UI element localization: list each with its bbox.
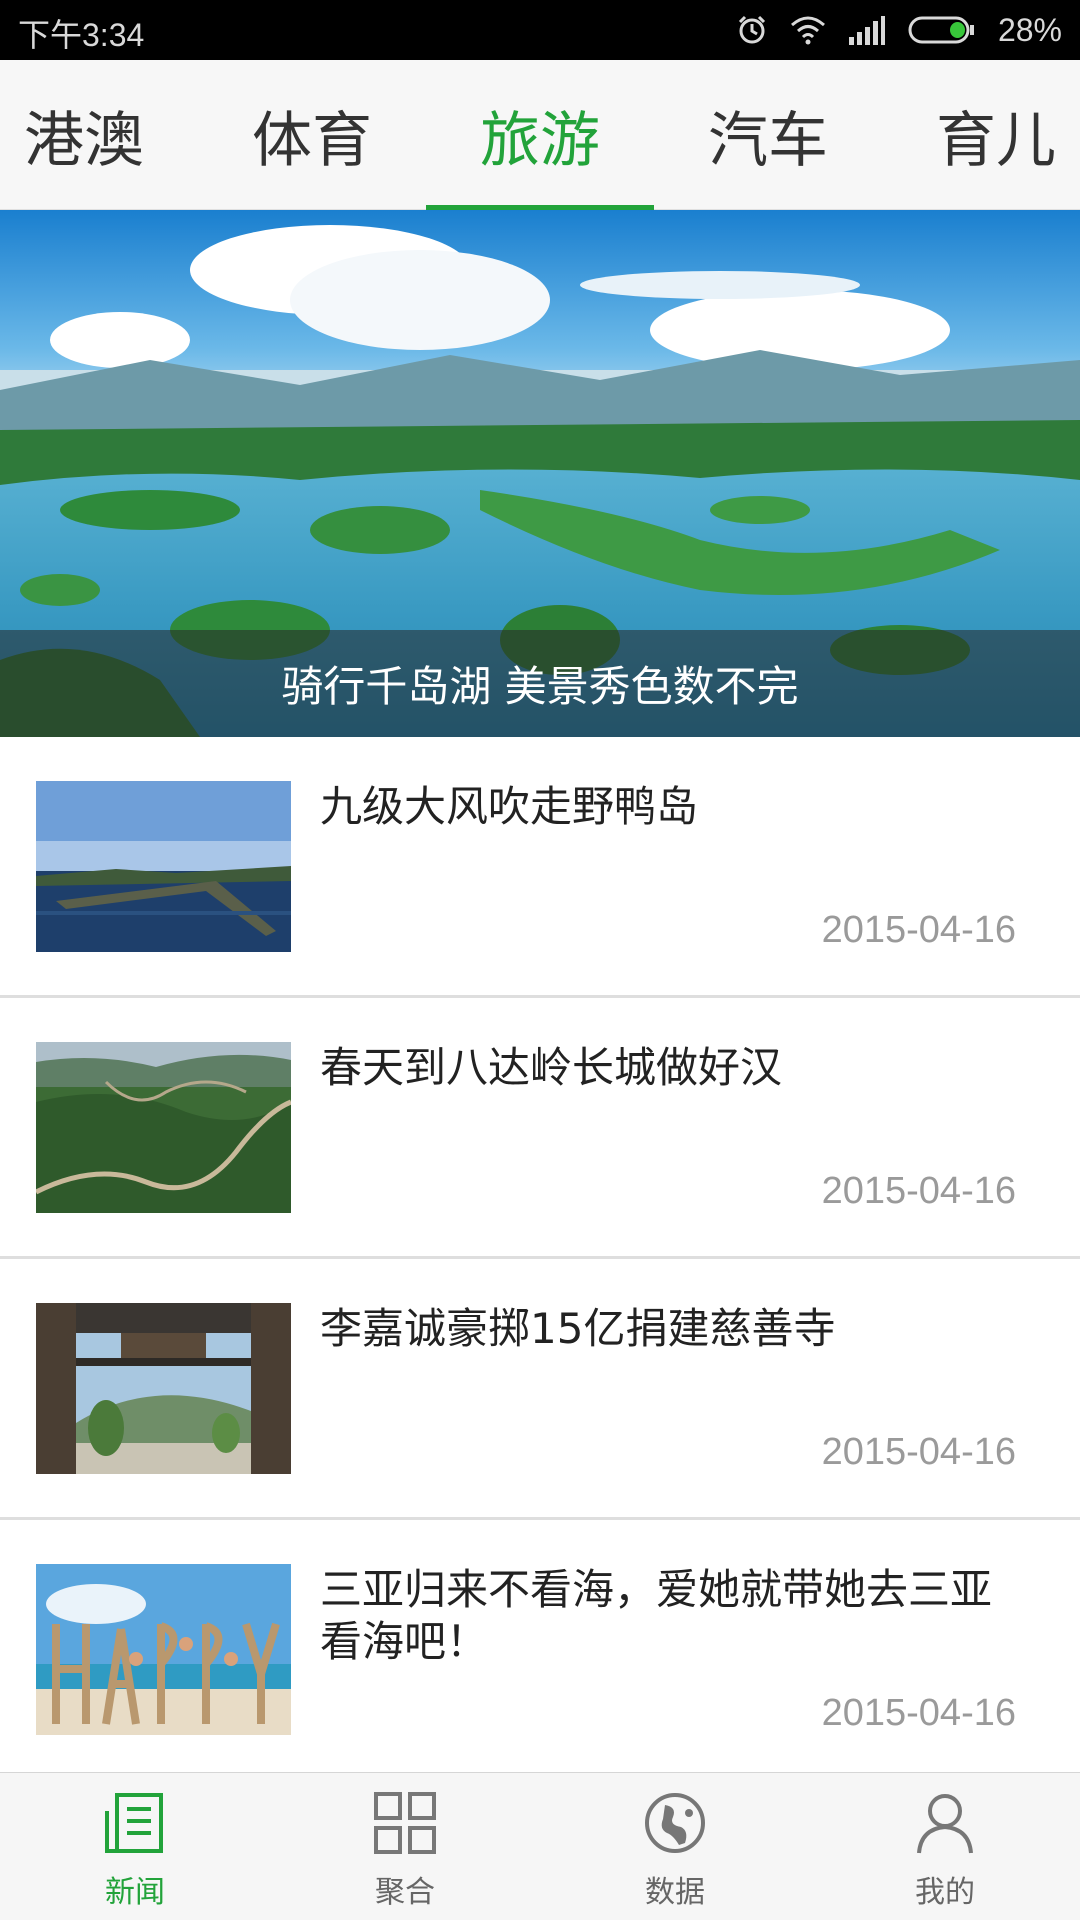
news-item[interactable]: 九级大风吹走野鸭岛 2015-04-16 [0,737,1080,998]
news-item[interactable]: 李嘉诚豪掷15亿捐建慈善寺 2015-04-16 [0,1259,1080,1520]
news-item[interactable]: 三亚归来不看海，爱她就带她去三亚看海吧！ 2015-04-16 [0,1520,1080,1781]
battery-icon [908,15,976,45]
news-title: 李嘉诚豪掷15亿捐建慈善寺 [320,1304,836,1353]
news-thumbnail [36,781,291,952]
news-title: 三亚归来不看海，爱她就带她去三亚看海吧！ [320,1565,993,1666]
nav-label: 我的 [915,1875,975,1910]
news-thumbnail [36,1303,291,1474]
status-icons: 28% [736,8,1062,52]
globe-icon [643,1791,707,1855]
news-item[interactable]: 春天到八达岭长城做好汉 2015-04-16 [0,998,1080,1259]
news-date: 2015-04-16 [821,909,1016,951]
tab-sports[interactable]: 体育 [198,60,426,210]
alarm-icon [736,14,768,46]
nav-label: 新闻 [105,1875,165,1910]
nav-label: 数据 [645,1875,705,1910]
news-thumbnail [36,1042,291,1213]
news-icon [103,1791,167,1855]
wifi-icon [790,15,826,45]
bottom-navigation: 新闻 聚合 数据 我的 [0,1772,1080,1920]
tab-travel[interactable]: 旅游 [426,60,654,210]
tab-gangao[interactable]: 港澳 [0,60,198,210]
grid-icon [373,1791,437,1855]
battery-percentage: 28% [997,11,1062,48]
news-date: 2015-04-16 [821,1431,1016,1473]
user-icon [913,1791,977,1855]
news-title: 九级大风吹走野鸭岛 [320,782,699,831]
nav-news[interactable]: 新闻 [0,1773,270,1920]
status-time: 下午3:34 [18,17,145,53]
news-title: 春天到八达岭长城做好汉 [320,1043,783,1092]
tab-parenting[interactable]: 育儿 [882,60,1080,210]
signal-icon [848,15,886,45]
banner-caption-bar: 骑行千岛湖 美景秀色数不完 [0,630,1080,737]
news-list: 九级大风吹走野鸭岛 2015-04-16 春天到八达岭长城做好汉 2015-04… [0,737,1080,1781]
news-date: 2015-04-16 [821,1170,1016,1212]
news-thumbnail [36,1564,291,1735]
featured-banner[interactable]: 骑行千岛湖 美景秀色数不完 [0,210,1080,737]
nav-label: 聚合 [375,1875,435,1910]
news-date: 2015-04-16 [821,1692,1016,1734]
nav-aggregate[interactable]: 聚合 [270,1773,540,1920]
status-bar: 下午3:34 28% [0,0,1080,60]
nav-data[interactable]: 数据 [540,1773,810,1920]
nav-mine[interactable]: 我的 [810,1773,1080,1920]
banner-caption: 骑行千岛湖 美景秀色数不完 [281,662,799,711]
category-tab-bar: 港澳 体育 旅游 汽车 育儿 [0,60,1080,210]
tab-auto[interactable]: 汽车 [654,60,882,210]
